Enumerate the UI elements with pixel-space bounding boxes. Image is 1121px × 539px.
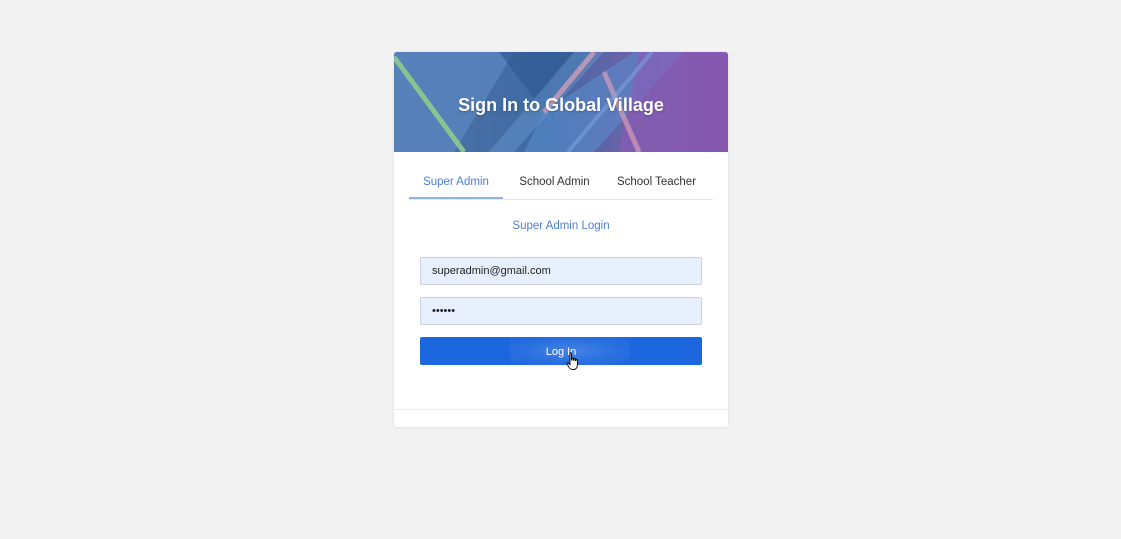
login-button[interactable]: Log In — [420, 337, 702, 365]
password-field[interactable] — [420, 297, 702, 325]
form-subtitle: Super Admin Login — [512, 220, 610, 232]
page-title: Sign In to Global Village — [458, 95, 664, 115]
tab-super-admin[interactable]: Super Admin — [409, 170, 503, 199]
tab-school-admin[interactable]: School Admin — [503, 170, 606, 199]
hand-pointer-icon — [566, 352, 578, 370]
header-banner: Sign In to Global Village — [394, 52, 728, 152]
tab-school-teacher[interactable]: School Teacher — [606, 170, 707, 199]
login-card: Sign In to Global Village Super Admin Sc… — [394, 52, 728, 427]
card-footer-divider — [394, 409, 728, 410]
role-tabs: Super Admin School Admin School Teacher — [409, 170, 713, 200]
email-field[interactable] — [420, 257, 702, 285]
